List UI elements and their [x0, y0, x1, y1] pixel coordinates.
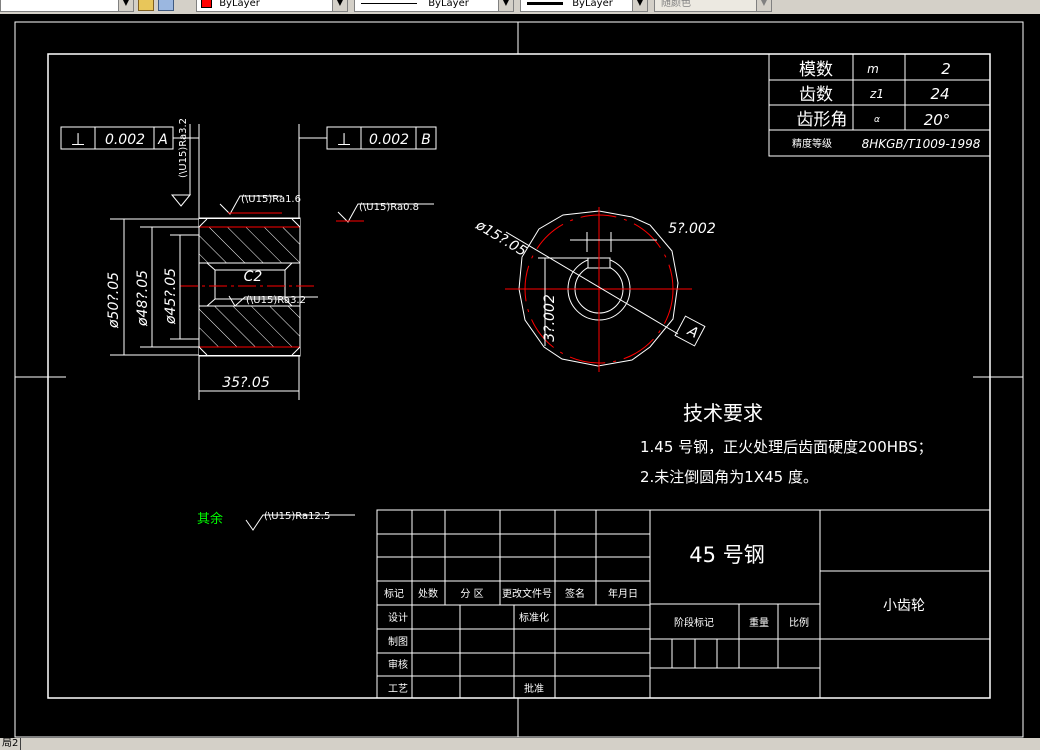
plotstyle-value: 随颜色: [661, 0, 691, 9]
tb-weight: 重量: [749, 616, 769, 629]
tolerance-left-symbol: ⊥: [71, 130, 86, 150]
chevron-down-icon[interactable]: ▼: [498, 0, 513, 11]
linetype-value: ByLayer: [428, 0, 469, 9]
tb-material: 45 号钢: [689, 543, 764, 567]
lineweight-control[interactable]: ByLayer ▼: [520, 0, 648, 12]
linetype-control[interactable]: ByLayer ▼: [354, 0, 514, 12]
tb-approve: 批准: [524, 682, 544, 695]
tb-header-count: 处数: [418, 587, 438, 600]
param-label-module: 模数: [799, 60, 833, 80]
param-label-angle: 齿形角: [797, 110, 848, 130]
tb-header-zone: 分 区: [460, 588, 483, 600]
roughness-vertical-label: (\U15)Ra3.2: [178, 118, 189, 178]
layout-tab-bar: 局2: [0, 738, 1040, 750]
dim-key-depth: 3?.002: [542, 294, 558, 342]
param-symbol-module: m: [867, 62, 879, 76]
dim-bore-dia: ø15?.05: [472, 217, 529, 260]
dim-d3: ø45?.05: [163, 268, 179, 325]
tb-row-design: 设计: [388, 611, 408, 624]
tb-header-sign: 签名: [565, 587, 585, 600]
tb-stage-mark: 阶段标记: [674, 616, 714, 629]
tolerance-frame-right: [299, 126, 437, 150]
color-control[interactable]: ByLayer ▼: [196, 0, 348, 12]
roughness-top-left: (\U15)Ra1.6: [241, 194, 301, 205]
lineweight-value: ByLayer: [572, 0, 613, 9]
tb-scale: 比例: [789, 616, 809, 629]
dim-d1: ø50?.05: [106, 272, 122, 329]
tb-header-date: 年月日: [608, 587, 638, 600]
param-label-teeth: 齿数: [799, 85, 833, 105]
tab-layout2[interactable]: 局2: [0, 738, 22, 750]
dim-d2: ø48?.05: [135, 270, 151, 327]
color-swatch: [201, 0, 212, 8]
tb-header-change-doc: 更改文件号: [502, 587, 552, 600]
drawing-canvas[interactable]: 模数 m 2 齿数 z1 24 齿形角 α 20° 精度等级 8HKGB/T10…: [0, 14, 1040, 738]
tech-req-line1: 1.45 号钢，正火处理后齿面硬度200HBS；: [640, 438, 933, 456]
chevron-down-icon[interactable]: ▼: [332, 0, 347, 11]
param-value-angle: 20°: [924, 111, 951, 129]
roughness-top-right: (\U15)Ra0.8: [359, 202, 419, 213]
drawing-svg: 模数 m 2 齿数 z1 24 齿形角 α 20° 精度等级 8HKGB/T10…: [14, 21, 1024, 738]
tb-row-review: 审核: [388, 658, 408, 671]
roughness-rest: (\U15)Ra12.5: [264, 511, 330, 522]
param-value-module: 2: [941, 60, 951, 78]
tolerance-right-datum: B: [421, 132, 431, 148]
tolerance-right-symbol: ⊥: [337, 130, 352, 150]
chevron-down-icon[interactable]: ▼: [632, 0, 647, 11]
dim-key-width: 5?.002: [668, 221, 716, 237]
roughness-bore: (\U15)Ra3.2: [246, 295, 306, 306]
tb-header-mark: 标记: [384, 588, 404, 600]
color-value: ByLayer: [219, 0, 260, 9]
layer-states-icon[interactable]: [138, 0, 154, 11]
tb-row-process: 工艺: [388, 683, 408, 695]
tb-part-name: 小齿轮: [883, 598, 925, 614]
tolerance-left-datum: A: [157, 132, 168, 148]
tb-row-draw: 制图: [388, 635, 408, 648]
layer-previous-icon[interactable]: [158, 0, 174, 11]
lineweight-preview: [527, 1, 563, 5]
param-value-accuracy: 8HKGB/T1009-1998: [862, 137, 981, 151]
gear-section-view: [180, 217, 318, 357]
tolerance-left-value: 0.002: [105, 132, 145, 148]
tech-req-line2: 2.未注倒圆角为1X45 度。: [640, 468, 818, 486]
chevron-down-icon[interactable]: ▼: [118, 0, 133, 11]
dim-width: 35?.05: [222, 375, 270, 391]
properties-toolbar: ▼ ByLayer ▼ ByLayer ▼ ByLayer ▼ 随颜色 ▼: [0, 0, 1040, 15]
chamfer-label: C2: [244, 269, 263, 285]
param-symbol-teeth: z1: [869, 87, 884, 101]
tech-req-title: 技术要求: [683, 401, 763, 425]
param-symbol-angle: α: [874, 115, 880, 125]
sheet-border: [14, 21, 1024, 738]
linetype-preview: [361, 2, 417, 4]
chevron-down-icon: ▼: [756, 0, 771, 11]
tolerance-right-value: 0.002: [369, 132, 409, 148]
plotstyle-control: 随颜色 ▼: [654, 0, 772, 12]
param-label-accuracy: 精度等级: [792, 137, 832, 150]
layer-combo-tail[interactable]: ▼: [0, 0, 134, 12]
tb-standardize: 标准化: [519, 611, 549, 624]
param-value-teeth: 24: [930, 85, 949, 103]
roughness-rest-label: 其余: [197, 511, 223, 527]
